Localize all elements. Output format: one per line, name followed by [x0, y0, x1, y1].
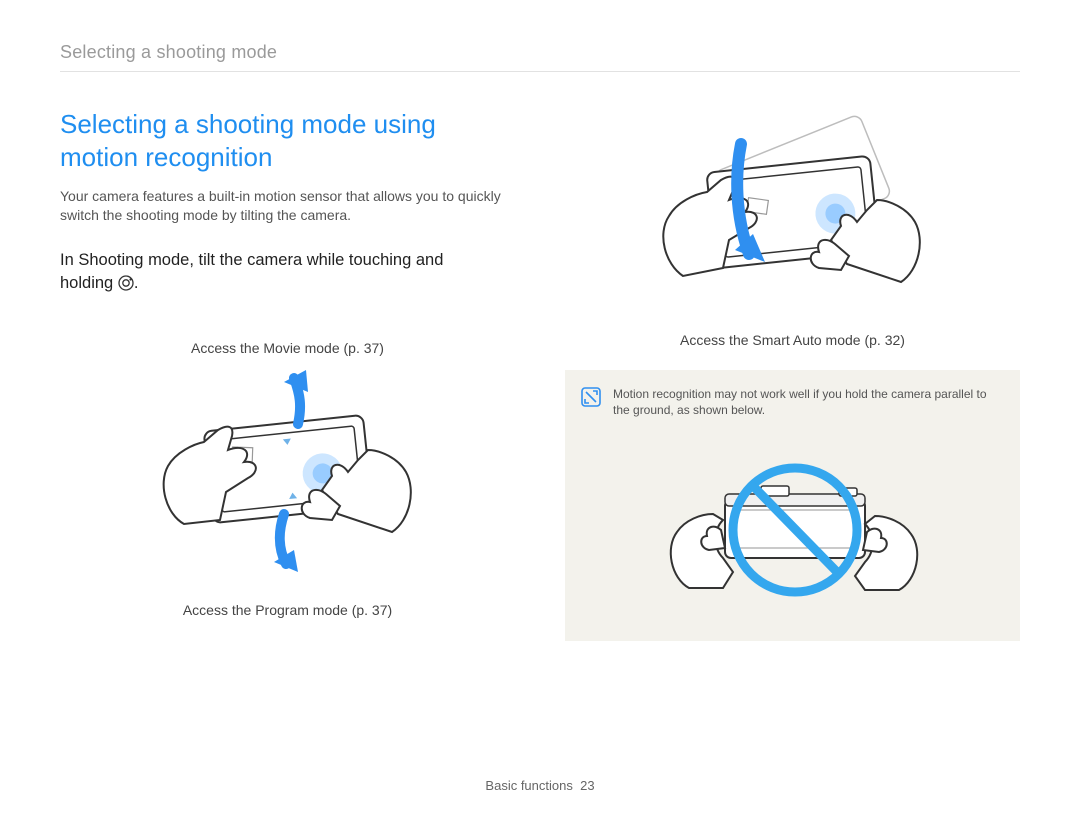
note-box: Motion recognition may not work well if … [565, 370, 1020, 432]
footer-page-number: 23 [580, 778, 594, 793]
note-icon [581, 387, 601, 418]
instruction-post: . [134, 274, 139, 292]
camera-tilt-illustration [148, 364, 428, 594]
intro-paragraph: Your camera features a built-in motion s… [60, 187, 515, 225]
left-column: Selecting a shooting mode using motion r… [60, 108, 515, 641]
caption-smart: Access the Smart Auto mode (p. 32) [565, 332, 1020, 348]
smart-auto-figure: Access the Smart Auto mode (p. 32) [565, 104, 1020, 348]
tilt-down-arrow-icon [274, 514, 298, 572]
header-rule [60, 71, 1020, 72]
running-head: Selecting a shooting mode [60, 42, 1020, 63]
caption-movie: Access the Movie mode (p. 37) [60, 340, 515, 356]
instruction-text: In Shooting mode, tilt the camera while … [60, 249, 490, 298]
section-title: Selecting a shooting mode using motion r… [60, 108, 480, 173]
footer-section: Basic functions [485, 778, 572, 793]
page-footer: Basic functions 23 [0, 778, 1080, 793]
movie-mode-figure: Access the Movie mode (p. 37) [60, 340, 515, 618]
right-column: Access the Smart Auto mode (p. 32) Motio… [565, 108, 1020, 641]
note-text: Motion recognition may not work well if … [613, 386, 1004, 418]
tilt-up-arrow-icon [284, 370, 308, 424]
camera-rotate-illustration [643, 104, 943, 324]
parallel-ground-figure [565, 432, 1020, 641]
camera-parallel-illustration [643, 438, 943, 618]
caption-program: Access the Program mode (p. 37) [60, 602, 515, 618]
mode-dial-icon [118, 275, 134, 298]
